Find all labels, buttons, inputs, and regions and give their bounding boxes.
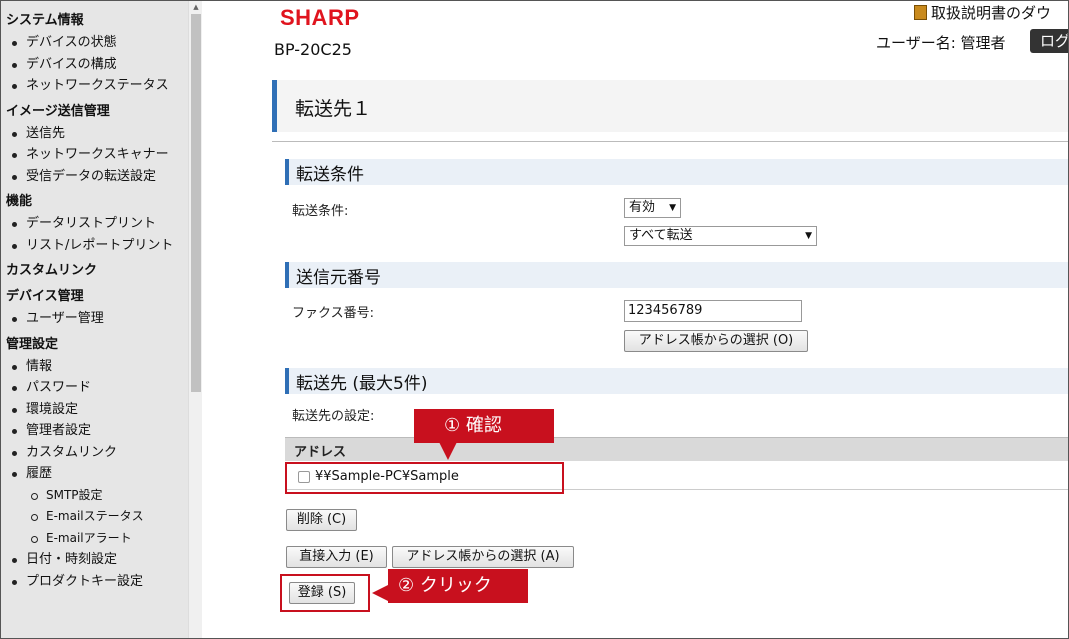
direct-input-button[interactable]: 直接入力 (E) xyxy=(286,546,387,568)
page-title-bar: 転送先１ xyxy=(272,80,1069,132)
sidebar-section-system-info: システム情報 デバイスの状態 デバイスの構成 ネットワークステータス xyxy=(0,10,188,97)
table-row[interactable]: ¥¥Sample-PC¥Sample xyxy=(285,462,1069,490)
logout-button[interactable]: ログ xyxy=(1030,29,1069,53)
brand-logo: SHARP xyxy=(280,5,360,30)
sidebar-item-data-list-print[interactable]: データリストプリント xyxy=(6,213,188,235)
manual-book-icon xyxy=(914,5,927,20)
section-header-text: 送信元番号 xyxy=(296,268,381,288)
annotation-arrow-down-icon xyxy=(439,442,457,460)
transfer-mode-select[interactable]: すべて転送 ▼ xyxy=(624,226,817,246)
sidebar-item-password[interactable]: パスワード xyxy=(6,377,188,399)
sidebar-item-admin-settings[interactable]: 管理者設定 xyxy=(6,420,188,442)
sidebar: システム情報 デバイスの状態 デバイスの構成 ネットワークステータス イメージ送… xyxy=(0,0,188,639)
delete-button[interactable]: 削除 (C) xyxy=(286,509,357,531)
sidebar-item-custom-link[interactable]: カスタムリンク xyxy=(6,442,188,464)
sidebar-item-network-status[interactable]: ネットワークステータス xyxy=(6,75,188,97)
address-column-header: アドレス xyxy=(294,445,347,460)
section-header-transfer-condition: 転送条件 xyxy=(285,159,1069,185)
destination-address: ¥¥Sample-PC¥Sample xyxy=(315,469,459,484)
address-table-header: アドレス xyxy=(285,437,1069,461)
sidebar-item-user-management[interactable]: ユーザー管理 xyxy=(6,308,188,330)
transfer-status-value: 有効 xyxy=(629,200,656,215)
sender-address-book-button[interactable]: アドレス帳からの選択 (O) xyxy=(624,330,808,352)
section-header-sender-number: 送信元番号 xyxy=(285,262,1069,288)
sidebar-section-admin-settings: 管理設定 情報 パスワード 環境設定 管理者設定 カスタムリンク 履歴 SMTP… xyxy=(0,334,188,593)
scroll-up-arrow-icon[interactable]: ▲ xyxy=(191,2,201,12)
section-header-text: 転送条件 xyxy=(296,165,364,185)
fax-number-input[interactable]: 123456789 xyxy=(624,300,802,322)
sidebar-item-product-key[interactable]: プロダクトキー設定 xyxy=(6,571,188,593)
sidebar-item-environment[interactable]: 環境設定 xyxy=(6,399,188,421)
transfer-condition-label: 転送条件: xyxy=(292,204,349,219)
sidebar-item-device-config[interactable]: デバイスの構成 xyxy=(6,54,188,76)
sidebar-item-history[interactable]: 履歴 xyxy=(6,463,188,485)
click-annotation-label: ② クリック xyxy=(388,569,528,603)
sidebar-subitem-email-status[interactable]: E-mailステータス xyxy=(6,506,188,528)
sidebar-item-device-status[interactable]: デバイスの状態 xyxy=(6,32,188,54)
fax-number-label: ファクス番号: xyxy=(292,306,374,321)
sidebar-item-network-scanner[interactable]: ネットワークスキャナー xyxy=(6,144,188,166)
page-title: 転送先１ xyxy=(295,98,372,120)
register-button[interactable]: 登録 (S) xyxy=(289,582,355,604)
section-header-destination: 転送先 (最大5件) xyxy=(285,368,1069,394)
destination-address-book-button[interactable]: アドレス帳からの選択 (A) xyxy=(392,546,574,568)
row-checkbox[interactable] xyxy=(298,471,310,483)
sidebar-section-image-send: イメージ送信管理 送信先 ネットワークスキャナー 受信データの転送設定 xyxy=(0,101,188,188)
dropdown-arrow-icon: ▼ xyxy=(805,231,812,241)
sidebar-section-custom-link: カスタムリンク xyxy=(0,260,188,282)
sidebar-section-title[interactable]: デバイス管理 xyxy=(6,286,188,308)
annotation-arrow-left-icon xyxy=(372,584,390,602)
section-header-text: 転送先 (最大5件) xyxy=(296,374,428,394)
dropdown-arrow-icon: ▼ xyxy=(669,203,676,213)
sidebar-section-title[interactable]: イメージ送信管理 xyxy=(6,101,188,123)
sidebar-item-datetime[interactable]: 日付・時刻設定 xyxy=(6,549,188,571)
sidebar-section-title[interactable]: 機能 xyxy=(6,191,188,213)
destination-setting-label: 転送先の設定: xyxy=(292,409,375,424)
sidebar-section-title[interactable]: システム情報 xyxy=(6,10,188,32)
sidebar-subitem-smtp[interactable]: SMTP設定 xyxy=(6,485,188,507)
user-name-label: ユーザー名: 管理者 xyxy=(876,34,1006,52)
sidebar-item-report-print[interactable]: リスト/レポートプリント xyxy=(6,235,188,257)
sidebar-item-receive-forward[interactable]: 受信データの転送設定 xyxy=(6,166,188,188)
model-name: BP-20C25 xyxy=(274,40,352,59)
sidebar-item-destinations[interactable]: 送信先 xyxy=(6,123,188,145)
transfer-mode-value: すべて転送 xyxy=(629,228,693,243)
confirm-annotation-label: ① 確認 xyxy=(414,409,554,443)
manual-link-text: 取扱説明書のダウ xyxy=(931,4,1052,22)
sidebar-section-title[interactable]: 管理設定 xyxy=(6,334,188,356)
sidebar-item-info[interactable]: 情報 xyxy=(6,356,188,378)
sidebar-section-device-management: デバイス管理 ユーザー管理 xyxy=(0,286,188,330)
title-divider xyxy=(272,141,1069,142)
sidebar-subitem-email-alert[interactable]: E-mailアラート xyxy=(6,528,188,550)
sidebar-section-title[interactable]: カスタムリンク xyxy=(6,260,188,282)
transfer-status-select[interactable]: 有効 ▼ xyxy=(624,198,681,218)
sidebar-scrollbar[interactable]: ▲ xyxy=(188,0,202,639)
scroll-thumb[interactable] xyxy=(191,14,201,392)
sidebar-section-functions: 機能 データリストプリント リスト/レポートプリント xyxy=(0,191,188,256)
manual-download-link[interactable]: 取扱説明書のダウ xyxy=(914,2,1051,23)
